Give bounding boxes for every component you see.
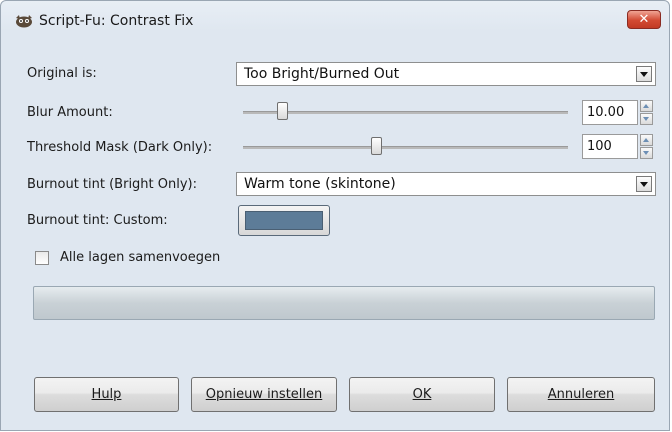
tint-label: Burnout tint (Bright Only): (27, 177, 198, 192)
window-title: Script-Fu: Contrast Fix (39, 13, 194, 29)
original-dropdown[interactable]: Too Bright/Burned Out (236, 62, 656, 86)
progress-bar (33, 286, 655, 320)
close-button[interactable]: ✕ (627, 10, 661, 29)
tint-value: Warm tone (skintone) (244, 176, 396, 192)
blur-spinbox[interactable]: 10.00 (582, 100, 638, 125)
chevron-down-icon[interactable] (636, 66, 652, 82)
cancel-button[interactable]: Annuleren (507, 377, 655, 412)
cancel-button-label: Annuleren (547, 387, 615, 402)
blur-slider-track[interactable] (243, 111, 568, 114)
threshold-decrement-icon[interactable] (640, 147, 653, 159)
threshold-increment-icon[interactable] (640, 134, 653, 146)
merge-layers-label[interactable]: Alle lagen samenvoegen (60, 250, 220, 265)
custom-tint-label: Burnout tint: Custom: (27, 213, 168, 228)
threshold-label: Threshold Mask (Dark Only): (27, 140, 213, 155)
ok-button[interactable]: OK (349, 377, 495, 412)
blur-value: 10.00 (587, 105, 625, 120)
reset-button[interactable]: Opnieuw instellen (191, 377, 337, 412)
blur-label: Blur Amount: (27, 105, 113, 120)
original-value: Too Bright/Burned Out (244, 66, 400, 82)
color-swatch (245, 211, 323, 230)
gimp-icon (16, 15, 32, 28)
threshold-spinbox[interactable]: 100 (582, 134, 638, 159)
blur-increment-icon[interactable] (640, 100, 653, 112)
custom-tint-color-button[interactable] (238, 205, 330, 236)
help-button[interactable]: Hulp (34, 377, 179, 412)
merge-layers-checkbox[interactable] (35, 251, 49, 265)
tint-dropdown[interactable]: Warm tone (skintone) (236, 172, 656, 196)
blur-decrement-icon[interactable] (640, 113, 653, 125)
threshold-slider-track[interactable] (243, 146, 568, 149)
help-button-label: Hulp (91, 387, 122, 402)
chevron-down-icon[interactable] (636, 176, 652, 192)
threshold-value: 100 (587, 139, 612, 154)
title-bar[interactable]: Script-Fu: Contrast Fix ✕ (1, 1, 669, 37)
original-label: Original is: (27, 66, 97, 81)
threshold-slider-handle[interactable] (370, 137, 382, 155)
reset-button-label: Opnieuw instellen (205, 387, 323, 402)
ok-button-label: OK (412, 387, 432, 402)
blur-slider-handle[interactable] (276, 102, 288, 120)
